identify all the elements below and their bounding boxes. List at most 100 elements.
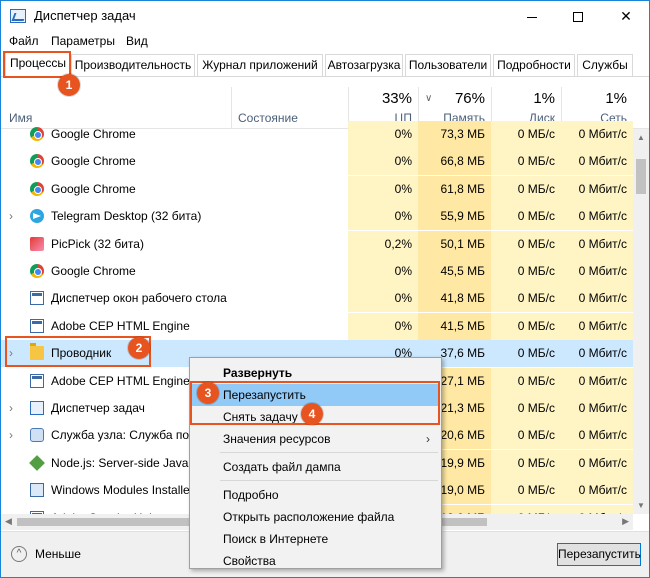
table-row[interactable]: PicPick (32 бита) 0,2% 50,1 МБ 0 МБ/с 0 Мбит…	[1, 230, 633, 258]
network-value: 0 Мбит/с	[561, 367, 633, 395]
menu-item-resource-values[interactable]: Значения ресурсов ›	[191, 428, 440, 450]
memory-value: 73,3 МБ	[418, 121, 491, 148]
vertical-scrollbar[interactable]: ▲ ▼	[633, 129, 649, 514]
submenu-arrow-icon: ›	[426, 432, 430, 446]
scroll-down-icon[interactable]: ▼	[637, 501, 645, 510]
task-manager-window: Диспетчер задач ✕ Файл Параметры Вид Про…	[0, 0, 650, 578]
cpu-value: 0%	[348, 175, 418, 203]
memory-value: 61,8 МБ	[418, 175, 491, 203]
memory-value: 41,8 МБ	[418, 285, 491, 313]
memory-value: 50,1 МБ	[418, 230, 491, 258]
table-row[interactable]: › Telegram Desktop (32 бита) 0% 55,9 МБ 0 МБ…	[1, 203, 633, 231]
table-row[interactable]: Google Chrome 0% 66,8 МБ 0 МБ/с 0 Мбит/с	[1, 148, 633, 176]
disk-value: 0 МБ/с	[491, 175, 561, 203]
close-button[interactable]: ✕	[603, 1, 649, 31]
network-value: 0 Мбит/с	[561, 395, 633, 422]
memory-total-percent: 76%	[454, 90, 485, 107]
tab-users[interactable]: Пользователи	[405, 54, 491, 76]
scroll-right-icon[interactable]: ▶	[622, 516, 629, 527]
taskmgr-icon	[30, 401, 44, 415]
vertical-scroll-thumb[interactable]	[636, 159, 646, 194]
memory-value: 45,5 МБ	[418, 258, 491, 285]
table-row[interactable]: Google Chrome 0% 61,8 МБ 0 МБ/с 0 Мбит/с	[1, 175, 633, 203]
disk-value: 0 МБ/с	[491, 121, 561, 148]
process-name: Adobe Spooler Helper	[51, 505, 169, 514]
tab-services[interactable]: Службы	[577, 54, 633, 76]
network-value: 0 Мбит/с	[561, 285, 633, 313]
annotation-badge-1: 1	[58, 74, 80, 96]
menu-bar: Файл Параметры Вид	[1, 31, 649, 51]
process-name: Google Chrome	[51, 154, 136, 169]
disk-value: 0 МБ/с	[491, 449, 561, 477]
window-icon	[30, 373, 44, 388]
table-row[interactable]: Google Chrome 0% 73,3 МБ 0 МБ/с 0 Мбит/с	[1, 121, 633, 148]
annotation-box-processes-tab	[3, 51, 71, 78]
tab-details[interactable]: Подробности	[493, 54, 575, 76]
network-value: 0 Мбит/с	[561, 312, 633, 340]
cpu-value: 0%	[348, 148, 418, 176]
menu-item-properties[interactable]: Свойства	[191, 550, 440, 572]
close-icon: ✕	[620, 8, 632, 24]
chrome-icon	[30, 181, 44, 196]
network-total-percent: 1%	[605, 90, 627, 107]
network-value: 0 Мбит/с	[561, 258, 633, 285]
annotation-badge-4: 4	[301, 403, 323, 425]
menu-item-create-dump[interactable]: Создать файл дампа	[191, 456, 440, 478]
disk-value: 0 МБ/с	[491, 477, 561, 505]
menu-separator	[220, 452, 438, 453]
expand-chevron-icon[interactable]: ›	[9, 203, 13, 230]
menu-options[interactable]: Параметры	[51, 34, 115, 48]
disk-value: 0 МБ/с	[491, 422, 561, 450]
network-value: 0 Мбит/с	[561, 477, 633, 505]
cpu-value: 0%	[348, 258, 418, 285]
annotation-badge-2: 2	[128, 337, 150, 359]
disk-value: 0 МБ/с	[491, 230, 561, 258]
menu-view[interactable]: Вид	[126, 34, 148, 48]
minimize-button[interactable]	[509, 1, 555, 31]
chrome-icon	[30, 127, 44, 141]
table-row[interactable]: Диспетчер окон рабочего стола 0% 41,8 МБ 0 …	[1, 285, 633, 313]
cpu-value: 0%	[348, 285, 418, 313]
disk-value: 0 МБ/с	[491, 312, 561, 340]
restart-button[interactable]: Перезапустить	[557, 543, 641, 566]
menu-item-open-file-location[interactable]: Открыть расположение файла	[191, 506, 440, 528]
cpu-value: 0%	[348, 121, 418, 148]
menu-item-resource-values-label: Значения ресурсов	[223, 432, 331, 446]
chrome-icon	[30, 264, 44, 278]
network-value: 0 Мбит/с	[578, 346, 627, 361]
telegram-icon	[30, 209, 44, 224]
menu-item-details[interactable]: Подробно	[191, 484, 440, 506]
tab-strip: Процессы Производительность Журнал прило…	[1, 52, 649, 77]
disk-value: 0 МБ/с	[491, 367, 561, 395]
menu-item-search-online[interactable]: Поиск в Интернете	[191, 528, 440, 550]
process-name: Node.js: Server-side JavaSc	[51, 455, 203, 470]
network-value: 0 Мбит/с	[561, 121, 633, 148]
expand-chevron-icon[interactable]: ›	[9, 422, 13, 449]
disk-value: 0 МБ/с	[517, 346, 555, 361]
tab-performance[interactable]: Производительность	[71, 54, 195, 76]
disk-value: 0 МБ/с	[491, 148, 561, 176]
expand-chevron-icon[interactable]: ›	[9, 395, 13, 422]
network-value: 0 Мбит/с	[561, 504, 633, 514]
tab-app-history[interactable]: Журнал приложений	[197, 54, 323, 76]
scroll-up-icon[interactable]: ▲	[637, 133, 645, 142]
scroll-left-icon[interactable]: ◀	[5, 516, 12, 527]
network-value: 0 Мбит/с	[561, 175, 633, 203]
node-icon	[29, 454, 45, 471]
table-row[interactable]: Google Chrome 0% 45,5 МБ 0 МБ/с 0 Мбит/с	[1, 258, 633, 285]
memory-value: 66,8 МБ	[418, 148, 491, 176]
disk-value: 0 МБ/с	[491, 395, 561, 422]
collapse-chevron-icon[interactable]: ^	[11, 546, 27, 562]
memory-value: 41,5 МБ	[418, 312, 491, 340]
tab-startup[interactable]: Автозагрузка	[325, 54, 403, 76]
process-name: Диспетчер задач	[51, 401, 145, 415]
menu-file[interactable]: Файл	[9, 34, 39, 48]
menu-separator	[220, 480, 438, 481]
disk-value: 0 МБ/с	[491, 258, 561, 285]
maximize-button[interactable]	[555, 1, 601, 31]
title-bar[interactable]: Диспетчер задач ✕	[1, 1, 649, 31]
process-name: PicPick (32 бита)	[51, 236, 144, 251]
network-value: 0 Мбит/с	[561, 422, 633, 450]
fewer-details-link[interactable]: Меньше	[35, 547, 81, 561]
window-title: Диспетчер задач	[34, 8, 136, 23]
